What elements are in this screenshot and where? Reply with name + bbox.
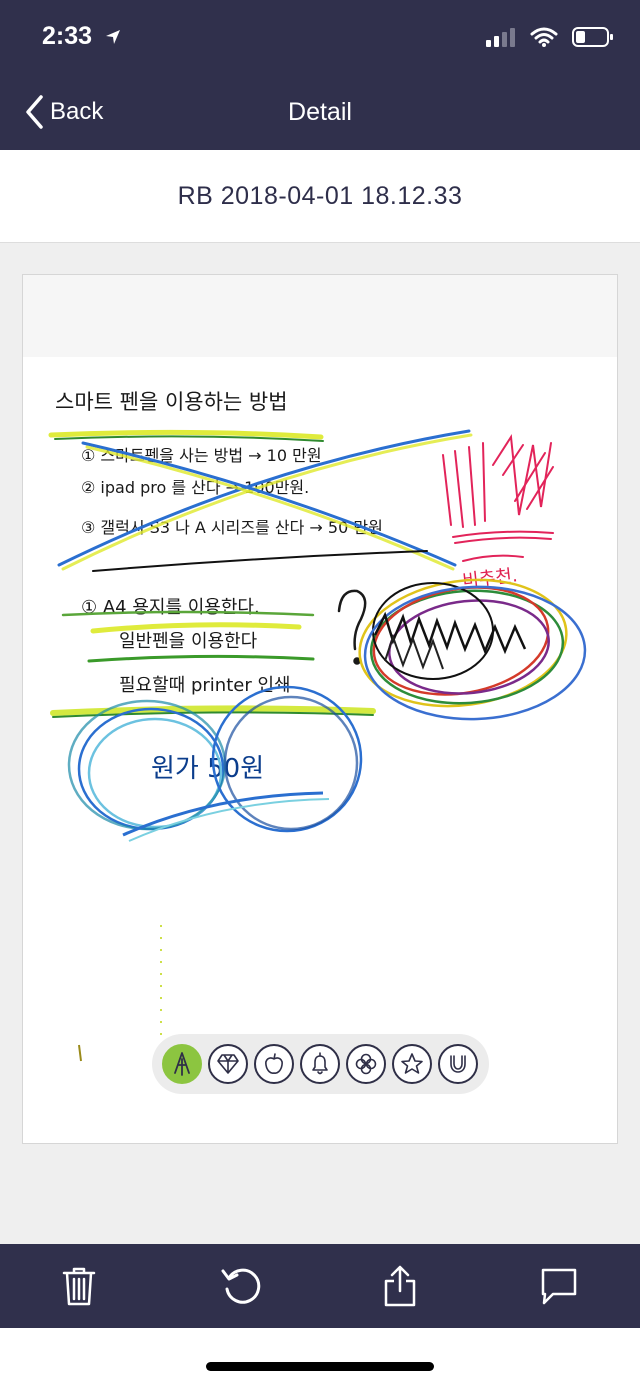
page-title: Detail <box>288 98 352 126</box>
delete-button[interactable] <box>57 1264 101 1308</box>
stamp-pen-nib[interactable] <box>162 1044 202 1084</box>
rotate-icon <box>221 1268 261 1304</box>
note-line-5: ① A4 용지를 이용한다. <box>81 597 260 618</box>
handwritten-note-drawing: 스마트 펜을 이용하는 방법 ① 스마트펜을 사는 방법 → 10 만원 ② i… <box>48 390 587 1062</box>
diamond-icon <box>217 1054 239 1074</box>
clover-icon <box>355 1053 377 1075</box>
note-page[interactable]: 스마트 펜을 이용하는 방법 ① 스마트펜을 사는 방법 → 10 만원 ② i… <box>22 274 618 1144</box>
share-button[interactable] <box>378 1264 422 1308</box>
stamp-bell[interactable] <box>300 1044 340 1084</box>
battery-icon <box>572 27 613 47</box>
stamp-star[interactable] <box>392 1044 432 1084</box>
status-time: 2:33 <box>42 22 93 50</box>
note-line-8: 원가 50원 <box>151 754 264 784</box>
pen-nib-icon <box>174 1052 190 1076</box>
stamp-horseshoe[interactable] <box>438 1044 478 1084</box>
stamp-apple[interactable] <box>254 1044 294 1084</box>
star-icon <box>401 1053 423 1074</box>
wifi-icon <box>530 27 558 47</box>
location-arrow-icon <box>106 30 120 44</box>
stamp-selector <box>152 1034 489 1094</box>
rotate-button[interactable] <box>219 1264 263 1308</box>
apple-icon <box>265 1053 283 1074</box>
share-icon <box>384 1265 416 1307</box>
document-title: RB 2018-04-01 18.12.33 <box>177 182 463 210</box>
stamp-clover[interactable] <box>346 1044 386 1084</box>
status-icons <box>486 26 614 48</box>
comment-button[interactable] <box>537 1264 581 1308</box>
home-indicator <box>206 1362 434 1371</box>
horseshoe-icon <box>450 1055 466 1073</box>
bell-icon <box>312 1052 328 1075</box>
signal-icon <box>486 28 515 47</box>
bottom-toolbar <box>0 1244 640 1328</box>
trash-icon <box>62 1267 96 1306</box>
note-line-6: 일반펜을 이용한다 <box>119 631 258 652</box>
navigation-bar: Back Detail <box>0 80 640 150</box>
document-header: RB 2018-04-01 18.12.33 <box>0 150 640 243</box>
comment-icon <box>541 1268 577 1305</box>
note-line-7: 필요할때 printer 인쇄 <box>119 675 291 696</box>
stamp-diamond[interactable] <box>208 1044 248 1084</box>
status-bar: 2:33 <box>0 0 640 80</box>
note-line-1: 스마트 펜을 이용하는 방법 <box>55 390 288 414</box>
